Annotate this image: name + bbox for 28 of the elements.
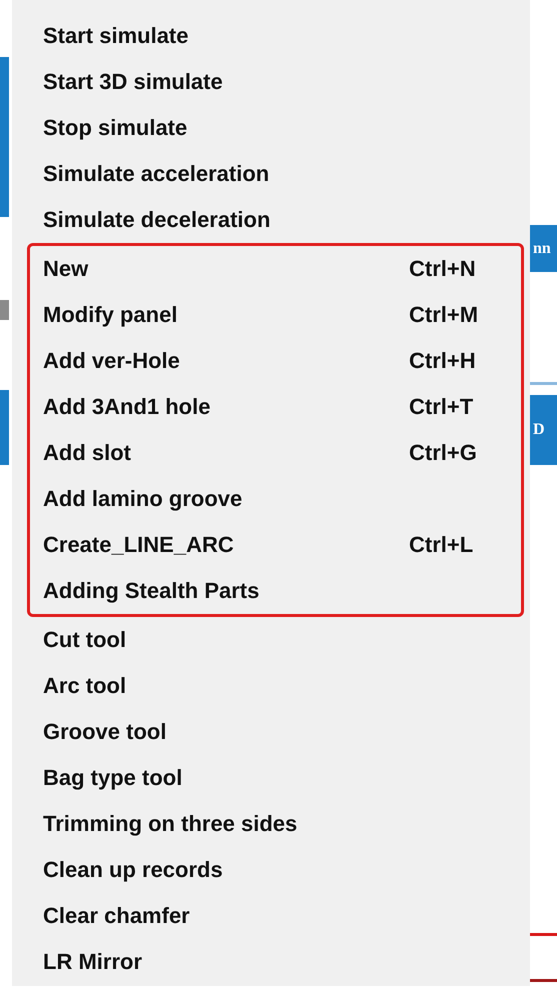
menu-item[interactable]: Add ver-Hole Ctrl+H [30,338,521,384]
menu-item[interactable]: Stop simulate [30,105,521,151]
menu-item[interactable]: Arc tool [30,663,521,709]
menu-item[interactable]: Start simulate [30,13,521,59]
menu-item[interactable]: Add lamino groove [30,476,521,522]
menu-item[interactable]: Modify panel Ctrl+M [30,292,521,338]
toolbar-button[interactable]: nn [530,225,557,272]
menu-item[interactable]: Start 3D simulate [30,59,521,105]
menu-item[interactable]: Add 3And1 hole Ctrl+T [30,384,521,430]
menu-item[interactable]: Trimming on three sides [30,801,521,847]
toolbar-button[interactable] [0,390,9,465]
guide-line [530,979,557,982]
menu-item[interactable]: Bag type tool [30,755,521,801]
menu-item[interactable]: Simulate deceleration [30,197,521,243]
menu-item[interactable]: Clean up records [30,847,521,893]
menu-item[interactable]: Adding Stealth Parts [30,568,521,614]
toolbar-button[interactable]: D [530,395,557,465]
menu-item[interactable]: Cut tool [30,617,521,663]
menu-item[interactable]: Clear chamfer [30,893,521,939]
toolbar-button[interactable] [0,57,9,217]
guide-line [530,933,557,936]
menu-item[interactable]: New Ctrl+N [30,246,521,292]
menu-item[interactable]: Simulate acceleration [30,151,521,197]
menu-item[interactable]: Groove tool [30,709,521,755]
menu-item[interactable]: Create_LINE_ARC Ctrl+L [30,522,521,568]
menu-item[interactable]: Add slot Ctrl+G [30,430,521,476]
menu-item[interactable]: LR Mirror [30,939,521,985]
slider-handle [0,300,9,320]
